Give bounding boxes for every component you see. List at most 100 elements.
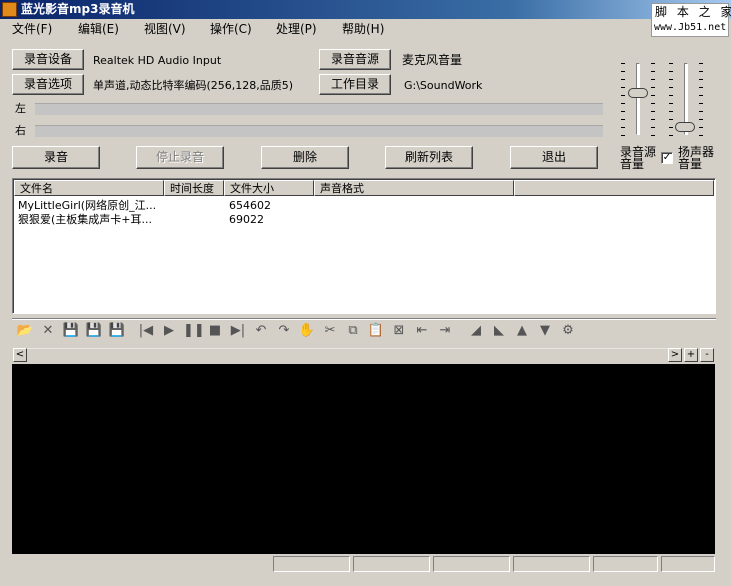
left-level-meter xyxy=(35,103,603,115)
app-icon xyxy=(2,2,17,17)
menu-view[interactable]: 视图(V) xyxy=(144,21,186,37)
stop-icon[interactable]: ■ xyxy=(206,322,224,340)
slider-tick xyxy=(651,95,655,96)
exit-button[interactable]: 退出 xyxy=(510,146,598,169)
column-header-filename[interactable]: 文件名 xyxy=(14,180,164,196)
skip-back-icon[interactable]: |◀ xyxy=(137,322,155,340)
menu-edit[interactable]: 编辑(E) xyxy=(78,21,119,37)
effect-icon[interactable]: ⚙ xyxy=(559,322,577,340)
redo-icon[interactable]: ↷ xyxy=(275,322,293,340)
right-level-meter xyxy=(35,125,603,137)
device-button[interactable]: 录音设备 xyxy=(12,49,84,70)
fade-in-icon[interactable]: ◢ xyxy=(467,322,485,340)
record-button[interactable]: 录音 xyxy=(12,146,100,169)
fade-out-icon[interactable]: ◣ xyxy=(490,322,508,340)
column-header-blank xyxy=(514,180,714,196)
slider-tick xyxy=(669,135,673,136)
undo-icon[interactable]: ↶ xyxy=(252,322,270,340)
status-panel xyxy=(513,556,590,572)
slider-ticks-left xyxy=(621,63,625,136)
column-header-format[interactable]: 声音格式 xyxy=(314,180,514,196)
status-panel xyxy=(433,556,510,572)
left-channel-label: 左 xyxy=(15,102,26,115)
scroll-track[interactable] xyxy=(27,348,668,362)
right-channel-label: 右 xyxy=(15,124,26,137)
workdir-button[interactable]: 工作目录 xyxy=(319,74,391,95)
title-bar[interactable]: 蓝光影音mp3录音机 xyxy=(0,0,731,19)
slider-tick xyxy=(621,127,625,128)
cell-filename: 狠狠爱(主板集成声卡+耳... xyxy=(18,213,152,226)
table-row[interactable]: 狠狠爱(主板集成声卡+耳... 69022 xyxy=(14,213,714,227)
volume-up-icon[interactable]: ▲ xyxy=(513,322,531,340)
column-header-duration[interactable]: 时间长度 xyxy=(164,180,224,196)
slider-tick xyxy=(699,103,703,104)
slider-tick xyxy=(621,119,625,120)
copy-icon[interactable]: ⧉ xyxy=(344,322,362,340)
slider-tick xyxy=(669,127,673,128)
speaker-checkbox[interactable]: ✓ xyxy=(661,152,673,164)
column-header-size[interactable]: 文件大小 xyxy=(224,180,314,196)
export-icon[interactable]: 💾 xyxy=(108,322,126,340)
cell-size: 69022 xyxy=(229,213,264,226)
delete-button[interactable]: 删除 xyxy=(261,146,349,169)
trim-icon[interactable]: ⇤ xyxy=(413,322,431,340)
slider-tick xyxy=(651,63,655,64)
options-button[interactable]: 录音选项 xyxy=(12,74,84,95)
slider-tick xyxy=(651,87,655,88)
refresh-list-button[interactable]: 刷新列表 xyxy=(385,146,473,169)
slider-tick xyxy=(699,119,703,120)
menu-process[interactable]: 处理(P) xyxy=(276,21,317,37)
options-value: 单声道,动态比特率编码(256,128,品质5) xyxy=(93,79,294,92)
slider-tick xyxy=(621,71,625,72)
slider-thumb[interactable] xyxy=(628,88,648,98)
new-icon[interactable]: ✕ xyxy=(39,322,57,340)
slider-tick xyxy=(669,103,673,104)
menu-file[interactable]: 文件(F) xyxy=(12,21,52,37)
slider-tick xyxy=(699,71,703,72)
cut-icon[interactable]: ✂ xyxy=(321,322,339,340)
open-icon[interactable]: 📂 xyxy=(16,322,34,340)
scroll-right-button[interactable]: > xyxy=(668,348,682,362)
slider-tick xyxy=(669,79,673,80)
source-value: 麦克风音量 xyxy=(402,53,463,67)
speaker-volume-slider[interactable] xyxy=(668,63,708,141)
save-icon[interactable]: 💾 xyxy=(62,322,80,340)
slider-tick xyxy=(651,79,655,80)
slider-tick xyxy=(621,95,625,96)
volume-down-icon[interactable]: ▼ xyxy=(536,322,554,340)
paste-icon[interactable]: 📋 xyxy=(367,322,385,340)
status-panel xyxy=(273,556,350,572)
cell-size: 654602 xyxy=(229,199,271,212)
slider-ticks-left xyxy=(669,63,673,136)
slider-tick xyxy=(699,95,703,96)
slider-tick xyxy=(621,103,625,104)
slider-tick xyxy=(699,87,703,88)
pause-icon[interactable]: ❚❚ xyxy=(183,322,205,340)
skip-forward-icon[interactable]: ▶| xyxy=(229,322,247,340)
hand-icon[interactable]: ✋ xyxy=(298,322,316,340)
menu-operate[interactable]: 操作(C) xyxy=(210,21,252,37)
source-volume-slider[interactable] xyxy=(620,63,660,141)
source-button[interactable]: 录音音源 xyxy=(319,49,391,70)
zoom-in-button[interactable]: + xyxy=(684,348,698,362)
speaker-volume-label-2: 音量 xyxy=(678,157,703,171)
file-list[interactable]: 文件名 时间长度 文件大小 声音格式 MyLittleGirl(网络原创_江..… xyxy=(12,178,716,314)
slider-thumb[interactable] xyxy=(675,122,695,132)
mix-icon[interactable]: ⊠ xyxy=(390,322,408,340)
watermark: 脚 本 之 家 www.Jb51.net xyxy=(651,3,731,37)
toolbar-divider xyxy=(12,319,716,320)
slider-tick xyxy=(651,71,655,72)
save-as-icon[interactable]: 💾 xyxy=(85,322,103,340)
slider-ticks-right xyxy=(699,63,703,136)
stop-record-button[interactable]: 停止录音 xyxy=(136,146,224,169)
slider-tick xyxy=(621,79,625,80)
menu-help[interactable]: 帮助(H) xyxy=(342,21,384,37)
expand-icon[interactable]: ⇥ xyxy=(436,322,454,340)
play-icon[interactable]: ▶ xyxy=(160,322,178,340)
scroll-left-button[interactable]: < xyxy=(13,348,27,362)
table-row[interactable]: MyLittleGirl(网络原创_江... 654602 xyxy=(14,199,714,213)
waveform-display[interactable] xyxy=(12,364,715,554)
slider-tick xyxy=(699,135,703,136)
slider-tick xyxy=(669,71,673,72)
zoom-out-button[interactable]: - xyxy=(700,348,714,362)
